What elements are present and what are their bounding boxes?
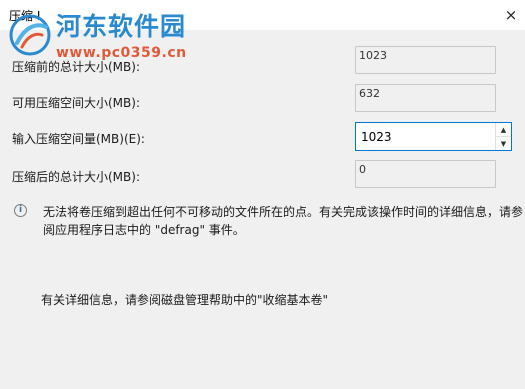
logo-name: 河东软件园 xyxy=(56,12,187,41)
logo-icon xyxy=(9,14,51,56)
info-text: 无法将卷压缩到超出任何不可移动的文件所在的点。有关完成该操作时间的详细信息，请参… xyxy=(43,205,524,237)
shrink-amount-stepper[interactable]: ▲ ▼ xyxy=(355,122,512,151)
available-space-label: 可用压缩空间大小(MB): xyxy=(12,96,140,110)
total-after-label: 压缩后的总计大小(MB): xyxy=(12,170,140,184)
spin-up-button[interactable]: ▲ xyxy=(496,123,511,136)
spin-down-button[interactable]: ▼ xyxy=(496,136,511,150)
close-button[interactable]: × xyxy=(497,0,525,30)
spin-down-icon: ▼ xyxy=(500,139,507,148)
info-message: i 无法将卷压缩到超出任何不可移动的文件所在的点。有关完成该操作时间的详细信息，… xyxy=(14,203,523,239)
spin-up-icon: ▲ xyxy=(500,125,507,134)
info-icon: i xyxy=(14,204,27,217)
available-space-value: 632 xyxy=(355,84,496,112)
shrink-amount-label: 输入压缩空间量(MB)(E): xyxy=(12,132,145,146)
total-before-label: 压缩前的总计大小(MB): xyxy=(12,60,140,74)
total-after-value: 0 xyxy=(355,160,496,188)
shrink-amount-input[interactable] xyxy=(356,123,494,150)
close-icon: × xyxy=(504,5,518,24)
spin-control: ▲ ▼ xyxy=(495,123,511,150)
help-text: 有关详细信息，请参阅磁盘管理帮助中的"收缩基本卷" xyxy=(41,293,329,307)
total-before-value: 1023 xyxy=(355,46,496,74)
watermark-logo: 河东软件园 www.pc0359.cn xyxy=(8,13,187,61)
